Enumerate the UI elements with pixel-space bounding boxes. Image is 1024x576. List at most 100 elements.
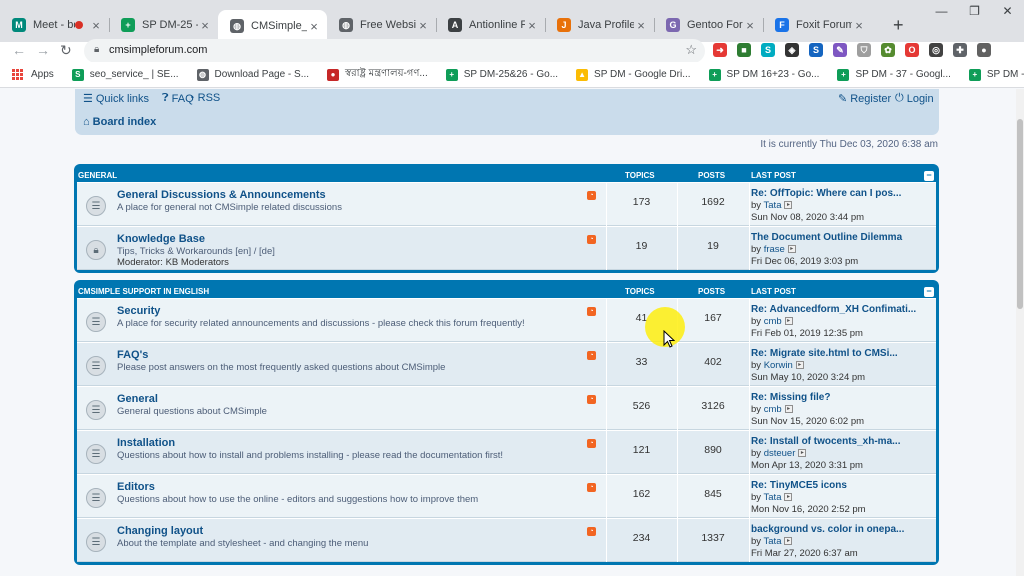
forum-moderator[interactable]: Moderator: KB Moderators — [117, 257, 229, 268]
profile-avatar-icon[interactable]: ● — [977, 43, 991, 57]
forum-rss-icon[interactable]: ◔ — [587, 439, 596, 448]
forum-title-link[interactable]: Changing layout — [117, 525, 203, 537]
browser-tab[interactable]: G Gentoo Forums× — [654, 10, 763, 40]
browser-tab[interactable]: ◍ CMSimple_XH -× — [218, 10, 327, 42]
extension-shield-icon[interactable]: ◈ — [785, 43, 799, 57]
extension-s-icon[interactable]: S — [761, 43, 775, 57]
view-latest-post-icon[interactable]: ▸ — [784, 317, 793, 326]
last-post-user-link[interactable]: Tata — [764, 536, 782, 547]
browser-tab[interactable]: A Antionline Foru× — [436, 10, 545, 40]
forum-rss-icon[interactable]: ◔ — [587, 395, 596, 404]
bookmark-item[interactable]: + SP DM-25&26 - Go... — [445, 68, 558, 81]
collapse-icon[interactable]: − — [924, 171, 934, 181]
extension-circle-icon[interactable]: ◎ — [929, 43, 943, 57]
bookmark-item[interactable]: + SP DM - 37 - Googl... — [837, 68, 951, 81]
view-latest-post-icon[interactable]: ▸ — [784, 537, 793, 546]
last-post-user-link[interactable]: frase — [764, 244, 785, 255]
last-post-title-link[interactable]: Re: Advancedform_XH Confimati... — [751, 304, 939, 316]
category-title[interactable]: CMSIMPLE SUPPORT IN ENGLISH — [78, 287, 209, 296]
forward-button[interactable]: → — [36, 42, 50, 58]
view-latest-post-icon[interactable]: ▸ — [795, 361, 804, 370]
last-post-title-link[interactable]: The Document Outline Dilemma — [751, 232, 939, 244]
tab-close-icon[interactable]: × — [743, 18, 757, 33]
bookmark-item[interactable]: Apps — [12, 68, 54, 81]
last-post-title-link[interactable]: background vs. color in onepa... — [751, 524, 939, 536]
last-post-user-link[interactable]: Tata — [764, 200, 782, 211]
url-text[interactable]: cmsimpleforum.com — [109, 44, 207, 56]
forum-rss-icon[interactable]: ◔ — [587, 351, 596, 360]
forum-rss-icon[interactable]: ◔ — [587, 307, 596, 316]
lock-icon[interactable]: 🔒︎ — [94, 44, 99, 55]
forum-rss-icon[interactable]: ◔ — [587, 235, 596, 244]
extension-pen-icon[interactable]: ✎ — [833, 43, 847, 57]
extension-green-icon[interactable]: ■ — [737, 43, 751, 57]
tab-close-icon[interactable]: × — [416, 18, 430, 33]
tab-close-icon[interactable]: × — [198, 18, 212, 33]
reload-button[interactable]: ↻ — [60, 42, 72, 59]
bookmark-item[interactable]: ▲ SP DM - Google Dri... — [576, 68, 691, 81]
tab-close-icon[interactable]: × — [634, 18, 648, 33]
last-post-user-link[interactable]: Korwin — [764, 360, 793, 371]
extension-shield2-icon[interactable]: ⛉ — [857, 43, 871, 57]
view-latest-post-icon[interactable]: ▸ — [798, 449, 807, 458]
bookmark-item[interactable]: Sseo_service_ | SE... — [71, 68, 179, 81]
minimize-button[interactable]: — — [925, 4, 958, 18]
new-tab-button[interactable]: + — [893, 15, 904, 36]
tab-close-icon[interactable]: × — [307, 19, 321, 34]
browser-tab[interactable]: M Meet - bdj × — [0, 10, 109, 40]
forum-rss-icon[interactable]: ◔ — [587, 527, 596, 536]
browser-tab[interactable]: F Foxit Forum - F× — [763, 10, 872, 40]
forum-title-link[interactable]: Knowledge Base — [117, 233, 205, 245]
tab-close-icon[interactable]: × — [525, 18, 539, 33]
page-scrollbar[interactable] — [1016, 89, 1024, 576]
login-link[interactable]: ⏻ Login — [895, 92, 934, 105]
forum-rss-icon[interactable]: ◔ — [587, 191, 596, 200]
scrollbar-thumb[interactable] — [1017, 119, 1023, 309]
board-index-link[interactable]: ⌂ Board index — [83, 116, 156, 128]
bookmark-item[interactable]: + SP DM - 25 — [968, 68, 1024, 81]
last-post-title-link[interactable]: Re: Migrate site.html to CMSi... — [751, 348, 939, 360]
category-title[interactable]: GENERAL — [78, 171, 117, 180]
bookmark-item[interactable]: ● স্বরাষ্ট্র মন্ত্রণালয়-গণ... — [327, 66, 428, 83]
forum-title-link[interactable]: FAQ's — [117, 349, 148, 361]
rss-link[interactable]: ◔ RSS — [188, 92, 220, 104]
extension-arrow-icon[interactable]: ➜ — [713, 43, 727, 57]
tab-close-icon[interactable]: × — [89, 18, 103, 33]
browser-tab[interactable]: J Java Profiler, Ju× — [545, 10, 654, 40]
last-post-user-link[interactable]: Tata — [764, 492, 782, 503]
extensions-puzzle-icon[interactable]: ✚ — [953, 43, 967, 57]
tab-close-icon[interactable]: × — [852, 18, 866, 33]
last-post-title-link[interactable]: Re: Missing file? — [751, 392, 939, 404]
address-bar[interactable]: 🔒︎ cmsimpleforum.com ☆ — [84, 39, 705, 63]
bookmark-item[interactable]: + SP DM 16+23 - Go... — [708, 68, 819, 81]
last-post-user-link[interactable]: dsteuer — [764, 448, 796, 459]
bookmark-item[interactable]: ◍ Download Page - S... — [196, 68, 309, 81]
last-post-title-link[interactable]: Re: Install of twocents_xh-ma... — [751, 436, 939, 448]
forum-title-link[interactable]: Editors — [117, 481, 155, 493]
close-window-button[interactable]: ✕ — [991, 4, 1024, 18]
extension-box-icon[interactable]: S — [809, 43, 823, 57]
forum-title-link[interactable]: Installation — [117, 437, 175, 449]
browser-tab[interactable]: + SP DM-25 - Go× — [109, 10, 218, 40]
collapse-icon[interactable]: − — [924, 287, 934, 297]
restore-button[interactable]: ❐ — [958, 4, 991, 18]
quick-links-link[interactable]: ☰ Quick links — [83, 92, 149, 106]
view-latest-post-icon[interactable]: ▸ — [787, 245, 796, 254]
view-latest-post-icon[interactable]: ▸ — [784, 201, 793, 210]
last-post-user-link[interactable]: cmb — [764, 404, 782, 415]
view-latest-post-icon[interactable]: ▸ — [784, 493, 793, 502]
forum-title-link[interactable]: General — [117, 393, 158, 405]
last-post-user-link[interactable]: cmb — [764, 316, 782, 327]
forum-rss-icon[interactable]: ◔ — [587, 483, 596, 492]
back-button[interactable]: ← — [12, 42, 26, 58]
bookmark-star-icon[interactable]: ☆ — [685, 42, 697, 58]
forum-title-link[interactable]: General Discussions & Announcements — [117, 189, 326, 201]
view-latest-post-icon[interactable]: ▸ — [784, 405, 793, 414]
register-link[interactable]: ✎ Register — [838, 92, 891, 106]
browser-tab[interactable]: ◍ Free Website T× — [327, 10, 436, 40]
extension-gear-icon[interactable]: ✿ — [881, 43, 895, 57]
extension-opera-icon[interactable]: O — [905, 43, 919, 57]
last-post-title-link[interactable]: Re: OffTopic: Where can I pos... — [751, 188, 939, 200]
last-post-title-link[interactable]: Re: TinyMCE5 icons — [751, 480, 939, 492]
forum-title-link[interactable]: Security — [117, 305, 160, 317]
